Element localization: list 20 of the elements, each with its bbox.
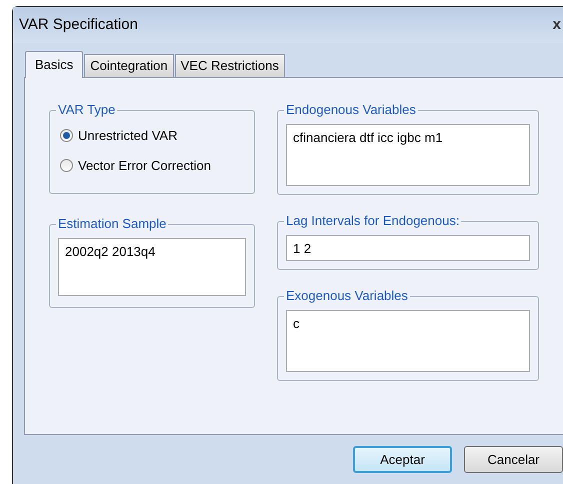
radio-button[interactable] bbox=[60, 129, 73, 142]
input-field[interactable]: cfinanciera dtf icc igbc m1 bbox=[286, 124, 530, 186]
input-field[interactable]: 1 2 bbox=[286, 235, 530, 261]
group-title: VAR Type bbox=[57, 102, 116, 118]
input-field[interactable]: c bbox=[286, 310, 530, 372]
group-title: Lag Intervals for Endogenous: bbox=[285, 213, 460, 229]
tab[interactable]: VEC Restrictions bbox=[174, 54, 285, 77]
input-field[interactable]: 2002q2 2013q4 bbox=[58, 238, 246, 296]
group-title: Estimation Sample bbox=[57, 216, 168, 232]
radio-option[interactable]: Vector Error Correction bbox=[60, 156, 246, 175]
dialog-button[interactable]: Cancelar bbox=[464, 446, 563, 473]
radio-option[interactable]: Unrestricted VAR bbox=[60, 126, 246, 146]
radio-button[interactable] bbox=[60, 158, 73, 172]
tab[interactable]: Cointegration bbox=[84, 54, 174, 77]
tab[interactable]: Basics bbox=[25, 51, 84, 78]
dialog-button[interactable]: Aceptar bbox=[353, 446, 452, 473]
group-title: Endogenous Variables bbox=[285, 102, 417, 118]
group-title: Exogenous Variables bbox=[285, 288, 409, 304]
close-button[interactable]: x bbox=[552, 14, 561, 36]
window-title: VAR Specification bbox=[19, 14, 138, 35]
